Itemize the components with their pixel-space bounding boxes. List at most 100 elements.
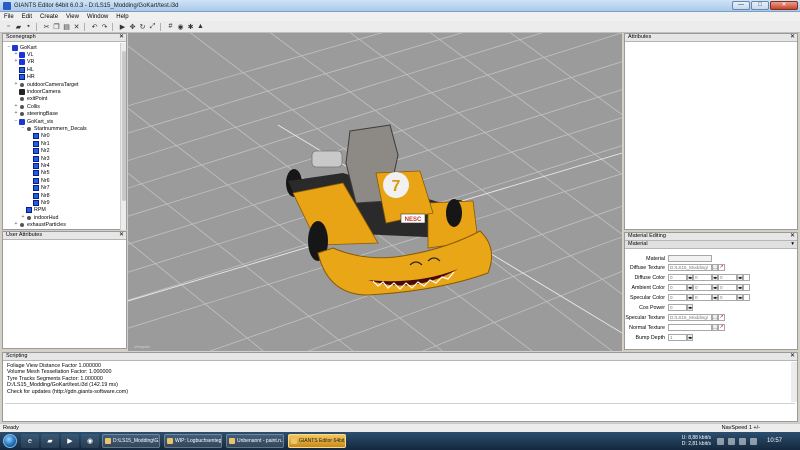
diffuse-texture-field[interactable]: D:/LS15_Modding/: [668, 264, 712, 271]
script-input[interactable]: [5, 403, 795, 421]
tree-item[interactable]: HR: [13, 74, 35, 81]
expand-toggle-icon[interactable]: +: [13, 103, 19, 110]
tree-item[interactable]: Nr2: [27, 148, 50, 155]
cos-power-field[interactable]: 0: [668, 304, 687, 311]
menu-view[interactable]: View: [66, 14, 79, 20]
task-explorer[interactable]: D:\LS15_Modding\G...: [102, 434, 160, 448]
cut-icon[interactable]: ✂: [42, 22, 51, 31]
stepper-icon[interactable]: ◂▸: [687, 304, 693, 311]
play-icon[interactable]: ▶: [118, 22, 127, 31]
ambient-color-swatch[interactable]: [743, 284, 750, 291]
bump-depth-field[interactable]: 1: [668, 334, 687, 341]
specular-color-b[interactable]: 0: [718, 294, 737, 301]
diffuse-color-r[interactable]: 0: [668, 274, 687, 281]
tree-item[interactable]: Nr8: [27, 192, 50, 199]
tree-item[interactable]: Nr6: [27, 177, 50, 184]
tree-item[interactable]: HL: [13, 66, 34, 73]
tree-item[interactable]: Nr9: [27, 199, 50, 207]
specular-texture-clear-icon[interactable]: ↗: [718, 314, 725, 321]
expand-toggle-icon[interactable]: +: [13, 222, 19, 228]
material-section-header[interactable]: Material ▾: [625, 241, 797, 249]
tree-item[interactable]: Nr5: [27, 170, 50, 177]
open-folder-icon[interactable]: ▰: [14, 22, 23, 31]
scale-icon[interactable]: ⤢: [148, 22, 157, 31]
tree-item[interactable]: + outdoorCameraTarget: [13, 81, 79, 88]
firefox-icon[interactable]: ◉: [81, 434, 99, 448]
scrollbar-thumb[interactable]: [122, 51, 126, 201]
grid-icon[interactable]: #: [166, 22, 175, 31]
diffuse-color-g[interactable]: 0: [693, 274, 712, 281]
ambient-color-b[interactable]: 0: [718, 284, 737, 291]
diffuse-color-swatch[interactable]: [743, 274, 750, 281]
normal-texture-clear-icon[interactable]: ↗: [718, 324, 725, 331]
tray-icon[interactable]: [716, 437, 724, 445]
diffuse-color-b[interactable]: 0: [718, 274, 737, 281]
tree-item[interactable]: Nr1: [27, 140, 50, 147]
paste-icon[interactable]: ▤: [62, 22, 71, 31]
save-icon[interactable]: ▪: [24, 22, 33, 31]
ambient-color-r[interactable]: 0: [668, 284, 687, 291]
scenegraph-close-button[interactable]: ✕: [119, 34, 124, 41]
expand-toggle-icon[interactable]: −: [20, 126, 26, 132]
tree-item[interactable]: Nr4: [27, 162, 50, 170]
tree-item[interactable]: exitPoint: [13, 96, 47, 103]
tray-icon[interactable]: [727, 437, 735, 445]
folder-icon[interactable]: ▰: [41, 434, 59, 448]
close-button[interactable]: ✕: [770, 1, 798, 10]
tree-item[interactable]: + Collis: [13, 103, 40, 110]
chevron-down-icon[interactable]: ▾: [791, 241, 794, 248]
start-button[interactable]: [0, 432, 20, 450]
undo-icon[interactable]: ↶: [90, 22, 99, 31]
redo-icon[interactable]: ↷: [100, 22, 109, 31]
specular-color-g[interactable]: 0: [693, 294, 712, 301]
media-player-icon[interactable]: ▶: [61, 434, 79, 448]
stepper-icon[interactable]: ◂▸: [687, 334, 693, 341]
script-log-scrollbar[interactable]: [791, 362, 797, 402]
tree-item[interactable]: − GoKart_vis: [13, 118, 53, 125]
internet-explorer-icon[interactable]: e: [21, 434, 39, 448]
network-icon[interactable]: [749, 437, 757, 445]
task-paint[interactable]: Unbenannt - paint.n...: [226, 434, 284, 448]
material-editing-close-button[interactable]: ✕: [790, 233, 795, 240]
attributes-close-button[interactable]: ✕: [790, 34, 795, 41]
menu-edit[interactable]: Edit: [22, 14, 32, 20]
camera-icon[interactable]: ◉: [176, 22, 185, 31]
menu-window[interactable]: Window: [87, 14, 108, 20]
task-giants-editor[interactable]: GIANTS Editor 64bit...: [288, 434, 346, 448]
volume-icon[interactable]: [738, 437, 746, 445]
tree-item[interactable]: + indoorHud: [20, 214, 59, 221]
expand-toggle-icon[interactable]: +: [13, 111, 19, 117]
ambient-color-g[interactable]: 0: [693, 284, 712, 291]
tree-item[interactable]: − GoKart: [6, 44, 37, 51]
menu-create[interactable]: Create: [40, 14, 58, 20]
specular-color-swatch[interactable]: [743, 294, 750, 301]
tree-item[interactable]: Nr3: [27, 155, 50, 162]
normal-texture-field[interactable]: [668, 324, 712, 331]
clock[interactable]: 10:57: [767, 438, 782, 444]
move-icon[interactable]: ✥: [128, 22, 137, 31]
specular-color-r[interactable]: 0: [668, 294, 687, 301]
diffuse-texture-clear-icon[interactable]: ↗: [718, 264, 725, 271]
scripting-close-button[interactable]: ✕: [790, 353, 795, 360]
expand-toggle-icon[interactable]: +: [20, 214, 26, 221]
specular-texture-field[interactable]: D:/LS15_Modding/: [668, 314, 712, 321]
tree-item[interactable]: Nr7: [27, 185, 50, 192]
minimize-button[interactable]: —: [732, 1, 750, 10]
tree-item[interactable]: Nr0: [27, 133, 50, 140]
menu-help[interactable]: Help: [116, 14, 128, 20]
copy-icon[interactable]: ❐: [52, 22, 61, 31]
delete-icon[interactable]: ✕: [72, 22, 81, 31]
menu-file[interactable]: File: [4, 14, 14, 20]
tree-item[interactable]: + VR: [13, 59, 34, 66]
tree-item[interactable]: − Startnummern_Decals: [20, 125, 87, 133]
material-select[interactable]: [668, 255, 712, 262]
light-icon[interactable]: ✱: [186, 22, 195, 31]
3d-viewport[interactable]: 7 NESC Viewport: [128, 33, 622, 351]
tree-item[interactable]: + steeringBase: [13, 111, 58, 118]
tree-item[interactable]: indoorCamera: [13, 88, 61, 96]
rotate-icon[interactable]: ↻: [138, 22, 147, 31]
expand-toggle-icon[interactable]: +: [13, 81, 19, 88]
terrain-icon[interactable]: ▲: [196, 22, 205, 31]
scenegraph-scrollbar[interactable]: [120, 43, 126, 230]
maximize-button[interactable]: □: [751, 1, 769, 10]
